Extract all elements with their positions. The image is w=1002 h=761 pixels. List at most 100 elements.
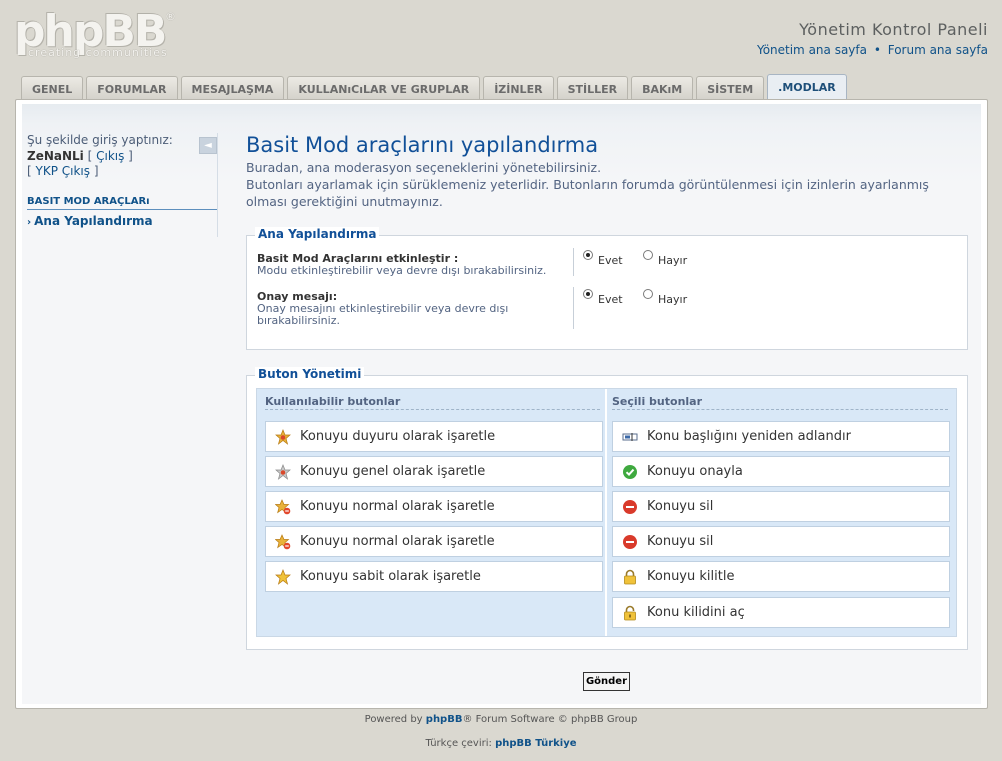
sidebar: Şu şekilde giriş yaptınız: ZeNaNLi [ Çık… bbox=[27, 133, 217, 228]
option-enable-yes[interactable]: Evet bbox=[583, 250, 623, 267]
tab-system[interactable]: SİSTEM bbox=[696, 76, 765, 100]
selected-button-delete-2[interactable]: Konuyu sil bbox=[612, 526, 950, 557]
footer-translation: Türkçe çeviri: phpBB Türkiye bbox=[0, 738, 1002, 749]
sidebar-item-main-config[interactable]: › Ana Yapılandırma bbox=[27, 214, 217, 228]
menu-arrow-icon: › bbox=[27, 217, 32, 228]
footer-powered-suffix: ® Forum Software © phpBB Group bbox=[462, 714, 638, 725]
page-title: Basit Mod araçlarını yapılandırma bbox=[246, 133, 599, 157]
lock-icon bbox=[624, 569, 636, 585]
selected-button-approve[interactable]: Konuyu onayla bbox=[612, 456, 950, 487]
option-enable-no[interactable]: Hayır bbox=[643, 250, 688, 267]
delete-icon bbox=[623, 535, 637, 549]
selected-button-unlock[interactable]: Konu kilidini aç bbox=[612, 597, 950, 628]
button-label: Konuyu normal olarak işaretle bbox=[300, 534, 495, 549]
intro-line-1: Buradan, ana moderasyon seçeneklerini yö… bbox=[246, 160, 602, 175]
tab-permissions[interactable]: İZİNLER bbox=[483, 76, 554, 100]
button-label: Konuyu onayla bbox=[647, 464, 743, 479]
acp-home-link[interactable]: Yönetim ana sayfa bbox=[757, 43, 867, 57]
selected-button-delete-1[interactable]: Konuyu sil bbox=[612, 491, 950, 522]
button-label: Konu başlığını yeniden adlandır bbox=[647, 429, 851, 444]
button-label: Konuyu normal olarak işaretle bbox=[300, 499, 495, 514]
forum-home-link[interactable]: Forum ana sayfa bbox=[888, 43, 988, 57]
tab-general[interactable]: GENEL bbox=[21, 76, 84, 100]
available-button-announce[interactable]: Konuyu duyuru olarak işaretle bbox=[265, 421, 603, 452]
sticky-icon bbox=[275, 569, 291, 585]
tab-messaging[interactable]: MESAJLAŞMA bbox=[180, 76, 285, 100]
rename-icon bbox=[622, 433, 638, 441]
available-buttons-column: Kullanılabilir butonlar Konuyu duyuru ol… bbox=[257, 389, 605, 636]
normal-topic-icon bbox=[275, 499, 291, 515]
tab-styles[interactable]: STİLLER bbox=[556, 76, 629, 100]
phpbb-logo: phpBB ® creating communities bbox=[14, 6, 176, 64]
announce-icon bbox=[275, 429, 291, 445]
intro-line-2: Butonları ayarlamak için sürüklemeniz ye… bbox=[246, 177, 929, 209]
intro-text: Buradan, ana moderasyon seçeneklerini yö… bbox=[246, 159, 968, 210]
available-button-normal-1[interactable]: Konuyu normal olarak işaretle bbox=[265, 491, 603, 522]
submit-button[interactable]: Gönder bbox=[583, 672, 630, 691]
content-area: Basit Mod araçlarını yapılandırma Burada… bbox=[246, 133, 968, 210]
logo-reg-mark: ® bbox=[165, 10, 176, 23]
global-icon bbox=[275, 464, 291, 480]
user-line: ZeNaNLi [ Çıkış ] bbox=[27, 149, 133, 163]
button-label: Konuyu sabit olarak işaretle bbox=[300, 569, 481, 584]
option-confirm-desc: Onay mesajını etkinleştirebilir veya dev… bbox=[257, 302, 509, 327]
selected-button-lock[interactable]: Konuyu kilitle bbox=[612, 561, 950, 592]
delete-icon bbox=[623, 500, 637, 514]
available-button-sticky[interactable]: Konuyu sabit olarak işaretle bbox=[265, 561, 603, 592]
footer-powered-prefix: Powered by bbox=[364, 714, 426, 725]
main-tabs: GENEL FORUMLAR MESAJLAŞMA KULLANıCıLAR V… bbox=[21, 74, 847, 100]
page-header-title: Yönetim Kontrol Paneli bbox=[799, 20, 988, 39]
button-label: Konuyu duyuru olarak işaretle bbox=[300, 429, 496, 444]
sidebar-section-title: BASIT MOD ARAÇLARı bbox=[27, 196, 217, 210]
phpbb-link[interactable]: phpBB bbox=[426, 714, 463, 725]
footer-translation-prefix: Türkçe çeviri: bbox=[425, 738, 496, 749]
option-confirm-yes[interactable]: Evet bbox=[583, 289, 623, 306]
available-button-global[interactable]: Konuyu genel olarak işaretle bbox=[265, 456, 603, 487]
radio-unchecked-icon bbox=[643, 250, 653, 260]
phpbb-turkiye-link[interactable]: phpBB Türkiye bbox=[495, 738, 576, 749]
tab-mods[interactable]: .MODLAR bbox=[767, 74, 847, 100]
available-button-normal-2[interactable]: Konuyu normal olarak işaretle bbox=[265, 526, 603, 557]
login-hint: Şu şekilde giriş yaptınız: bbox=[27, 133, 173, 147]
tab-maintenance[interactable]: BAKıM bbox=[631, 76, 694, 100]
unlock-icon bbox=[624, 605, 636, 621]
button-manager: Kullanılabilir butonlar Konuyu duyuru ol… bbox=[256, 388, 957, 637]
radio-no-label: Hayır bbox=[658, 293, 688, 306]
sidebar-item-label: Ana Yapılandırma bbox=[34, 214, 153, 228]
selected-buttons-column: Seçili butonlar Konu başlığını yeniden a… bbox=[605, 389, 953, 636]
button-label: Konuyu kilitle bbox=[647, 569, 735, 584]
button-label: Konuyu sil bbox=[647, 534, 714, 549]
radio-yes-label: Evet bbox=[598, 293, 623, 306]
normal-topic-icon bbox=[275, 534, 291, 550]
option-confirm-no[interactable]: Hayır bbox=[643, 289, 688, 306]
button-label: Konu kilidini aç bbox=[647, 605, 745, 620]
selected-button-rename[interactable]: Konu başlığını yeniden adlandır bbox=[612, 421, 950, 452]
option-separator bbox=[573, 248, 574, 276]
radio-yes-label: Evet bbox=[598, 254, 623, 267]
selected-buttons-heading: Seçili butonlar bbox=[612, 395, 948, 410]
ykp-logout-link[interactable]: YKP Çıkış bbox=[36, 164, 91, 178]
radio-checked-icon bbox=[583, 250, 593, 260]
logo-tagline: creating communities bbox=[28, 46, 168, 59]
config-fieldset: Ana Yapılandırma Basit Mod Araçlarını et… bbox=[246, 227, 968, 350]
available-buttons-heading: Kullanılabilir butonlar bbox=[265, 395, 600, 410]
footer-powered: Powered by phpBB® Forum Software © phpBB… bbox=[0, 714, 1002, 725]
tab-forums[interactable]: FORUMLAR bbox=[86, 76, 178, 100]
button-label: Konuyu genel olarak işaretle bbox=[300, 464, 486, 479]
tab-users-groups[interactable]: KULLANıCıLAR VE GRUPLAR bbox=[287, 76, 481, 100]
option-separator bbox=[573, 287, 574, 329]
option-enable-label: Basit Mod Araçlarını etkinleştir : Modu … bbox=[257, 252, 567, 277]
sidebar-divider bbox=[217, 133, 218, 237]
username: ZeNaNLi bbox=[27, 149, 84, 163]
ykp-line: [ YKP Çıkış ] bbox=[27, 164, 99, 178]
radio-no-label: Hayır bbox=[658, 254, 688, 267]
option-enable-desc: Modu etkinleştirebilir veya devre dışı b… bbox=[257, 264, 547, 277]
config-legend: Ana Yapılandırma bbox=[255, 227, 380, 241]
logout-link[interactable]: Çıkış bbox=[96, 149, 124, 163]
radio-checked-icon bbox=[583, 289, 593, 299]
buttons-legend: Buton Yönetimi bbox=[255, 367, 365, 381]
header-separator: • bbox=[873, 43, 881, 57]
buttons-fieldset: Buton Yönetimi Kullanılabilir butonlar K… bbox=[246, 367, 968, 650]
option-confirm-label: Onay mesajı: Onay mesajını etkinleştireb… bbox=[257, 290, 547, 327]
approve-icon bbox=[623, 465, 637, 479]
